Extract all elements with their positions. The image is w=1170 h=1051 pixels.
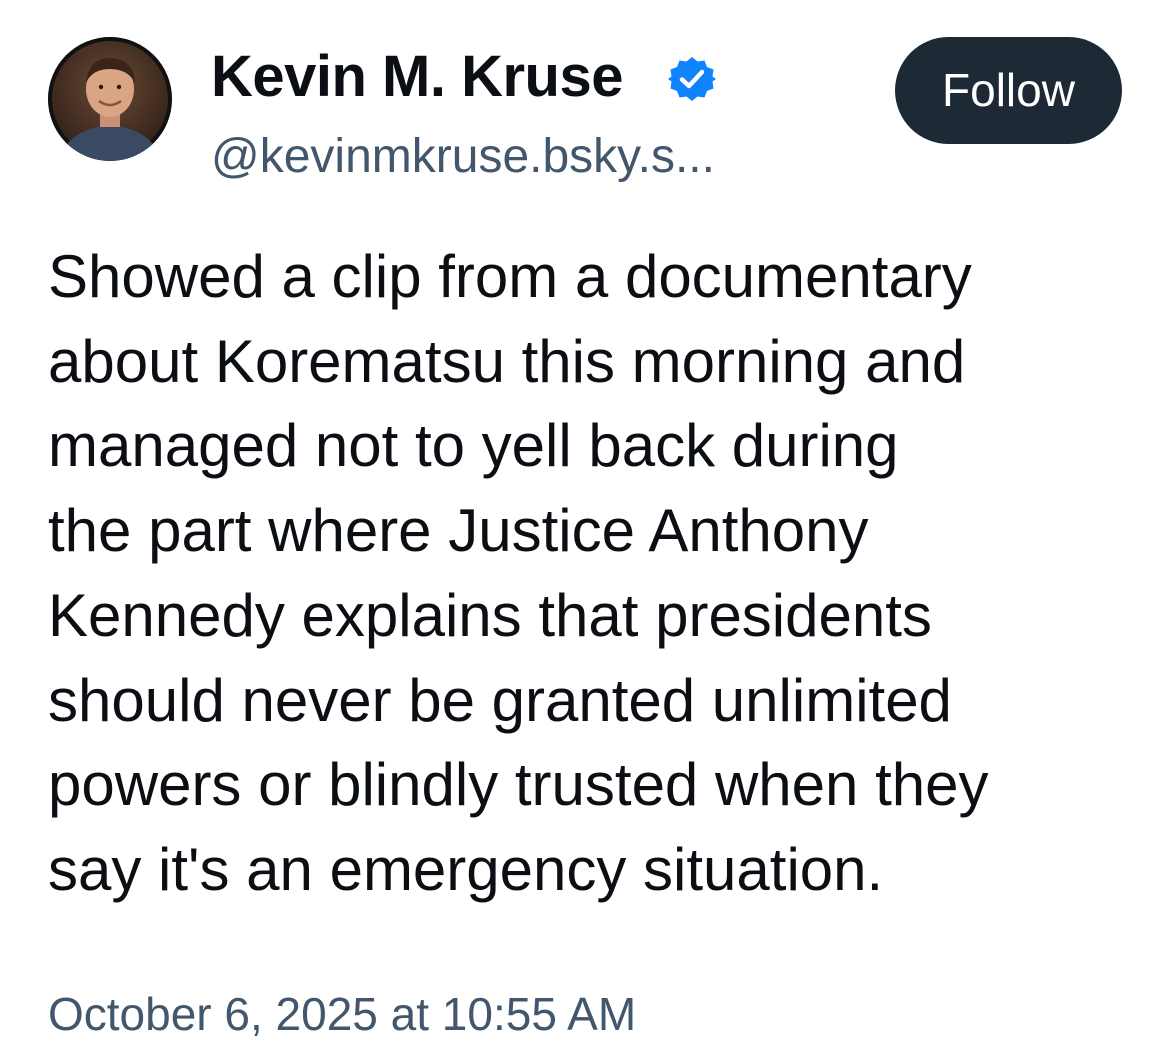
follow-button[interactable]: Follow xyxy=(895,37,1122,144)
post-card: Kevin M. Kruse @kevinmkruse.bsky.s... Fo… xyxy=(0,0,1170,1051)
post-text-line: say it's an emergency situation. xyxy=(48,835,884,903)
author-handle[interactable]: @kevinmkruse.bsky.s... xyxy=(211,129,715,185)
post-timestamp[interactable]: October 6, 2025 at 10:55 AM xyxy=(48,986,636,1042)
post-text-line: should never be granted unlimited xyxy=(48,666,952,734)
post-text-line: the part where Justice Anthony xyxy=(48,497,869,565)
verified-badge-icon xyxy=(668,57,716,101)
post-text-line: about Korematsu this morning and xyxy=(48,327,966,395)
post-text-line: Showed a clip from a documentary xyxy=(48,243,972,310)
author-avatar[interactable] xyxy=(48,37,172,161)
post-text-line: powers or blindly trusted when they xyxy=(48,751,989,819)
post-body-text: Showed a clip from a documentary about K… xyxy=(48,235,1138,913)
avatar-photo-icon xyxy=(48,37,172,161)
post-text-line: Kennedy explains that presidents xyxy=(48,581,932,649)
author-display-name[interactable]: Kevin M. Kruse xyxy=(211,44,624,110)
post-text-line: managed not to yell back during xyxy=(48,412,899,480)
